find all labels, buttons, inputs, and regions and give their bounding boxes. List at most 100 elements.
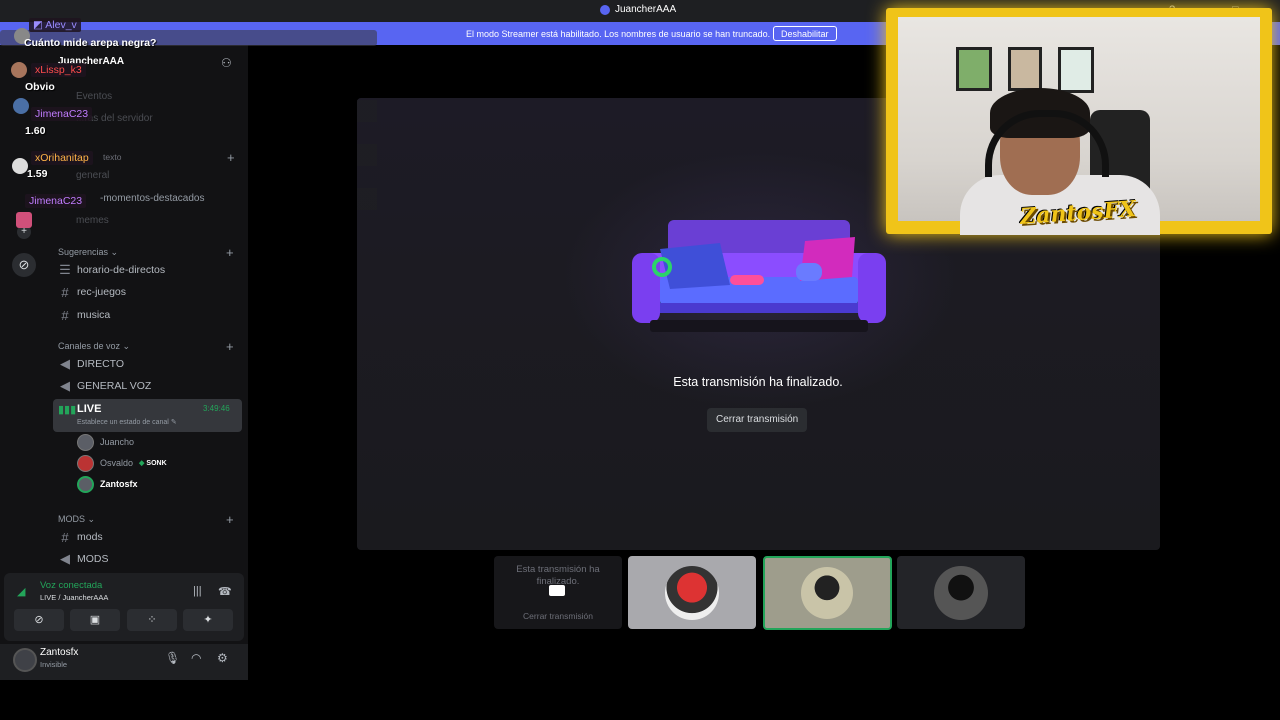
speaker-icon: ◀ — [60, 378, 70, 393]
explore-icon[interactable]: ⊘ — [12, 253, 36, 277]
voice-connected-channel[interactable]: LIVE / JuancherAAA — [40, 593, 108, 602]
microphone-icon[interactable]: 🎙︎ — [165, 651, 180, 665]
faint-channel: Eventos — [76, 91, 113, 102]
add-channel-icon[interactable]: + — [226, 245, 234, 260]
activities-icon: ⁘ — [147, 614, 157, 626]
speaker-icon: ◀ — [60, 551, 70, 566]
camera-button[interactable]: ⊘ — [14, 609, 64, 631]
add-channel-icon[interactable]: + — [226, 512, 234, 527]
channel-label: GENERAL VOZ — [77, 380, 152, 392]
pencil-icon: ✎ — [170, 419, 177, 426]
soundboard-icon: ✦ — [203, 614, 213, 626]
hash-icon: # — [61, 307, 69, 323]
voice-user[interactable]: Juancho — [77, 433, 135, 451]
voice-user-self[interactable]: Zantosfx — [77, 475, 138, 493]
chat-username: ◩ Alev_v — [29, 18, 81, 32]
signal-icon[interactable]: ◢ — [17, 585, 25, 598]
avatar — [665, 566, 719, 620]
add-channel-icon[interactable]: + — [226, 339, 234, 354]
disconnect-icon[interactable]: ☎ — [218, 585, 232, 598]
discord-logo-icon — [600, 4, 610, 15]
chat-username: JimenaC23 — [31, 107, 93, 121]
channel-horario-de-directos[interactable]: ☰ horario-de-directos — [56, 260, 243, 280]
voice-channel-mods[interactable]: ◀ MODS — [56, 549, 243, 569]
voice-user-name: Zantosfx — [100, 479, 138, 489]
soundboard-button[interactable]: ✦ — [183, 609, 233, 631]
user-name[interactable]: Zantosfx — [40, 647, 78, 658]
invite-icon[interactable]: ⚇ — [221, 56, 232, 70]
user-badge: ◆ SONK — [139, 459, 167, 468]
window-title: JuancherAAA — [600, 4, 676, 15]
avatar — [77, 454, 94, 472]
wall-picture — [1058, 47, 1094, 93]
chat-username: xLissp_k3 — [31, 63, 86, 77]
faint-channel: general — [76, 170, 110, 181]
set-channel-status[interactable]: Establece un estado de canal ✎ — [77, 418, 177, 426]
section-voice[interactable]: Canales de voz ⌄ + — [58, 339, 234, 354]
channel-label: rec-juegos — [77, 286, 127, 298]
disable-streamer-mode-button[interactable]: Deshabilitar — [773, 26, 837, 41]
channel-rec-juegos[interactable]: # rec-juegos — [56, 282, 243, 302]
settings-icon[interactable]: ⚙ — [217, 651, 228, 665]
avatar — [77, 475, 94, 493]
chat-username-text: Alev_v — [45, 19, 77, 31]
voice-connected-title[interactable]: Voz conectada — [40, 580, 102, 591]
chat-message: 1.60 — [25, 125, 46, 137]
chat-message: 1.59 — [27, 168, 48, 180]
screen-share-button[interactable]: ▣ — [70, 609, 120, 631]
faint-panel — [357, 100, 377, 230]
voice-user-name: Osvaldo — [100, 458, 134, 468]
activities-button[interactable]: ⁘ — [127, 609, 177, 631]
hash-icon: # — [61, 284, 69, 300]
channel-label: musica — [77, 309, 111, 321]
section-mods[interactable]: MODS ⌄ + — [58, 512, 234, 527]
couch-illustration — [632, 220, 886, 332]
window-title-text: JuancherAAA — [615, 4, 677, 15]
participant-tile-speaking[interactable] — [763, 556, 892, 630]
chat-message: Obvio — [25, 81, 55, 93]
stream-ended-text: Esta transmisión ha finalizado. — [673, 375, 843, 389]
avatar — [12, 158, 28, 174]
channel-label: horario-de-directos — [77, 264, 166, 276]
headphones-icon[interactable]: ◠ — [191, 651, 201, 665]
camera-off-icon: ⊘ — [34, 614, 44, 626]
channel-musica[interactable]: # musica — [56, 305, 243, 325]
chat-username: JimenaC23 — [25, 194, 87, 208]
chat-username: xOrihanitap — [31, 151, 93, 165]
add-channel-icon[interactable]: + — [227, 150, 235, 165]
wall-picture — [956, 47, 992, 91]
hash-icon: # — [61, 529, 69, 545]
avatar — [13, 98, 29, 114]
user-status: Invisible — [40, 660, 68, 669]
faint-channel: memes — [76, 215, 109, 226]
faint-channel: -momentos-destacados — [100, 193, 205, 204]
channel-label: MODS — [77, 553, 109, 565]
wall-picture — [1008, 47, 1042, 91]
close-stream-button[interactable]: Cerrar transmisión — [707, 408, 808, 432]
voice-channel-general-voz[interactable]: ◀ GENERAL VOZ — [56, 376, 243, 396]
user-panel — [0, 644, 248, 680]
section-sugerencias[interactable]: Sugerencias ⌄ + — [58, 245, 234, 260]
voice-user-name: Juancho — [100, 437, 135, 447]
section-label: Canales de voz — [58, 341, 121, 351]
screen-icon — [549, 585, 565, 596]
chat-message: Cuánto mide arepa negra? — [24, 37, 157, 49]
participant-tile[interactable] — [897, 556, 1025, 629]
tile-close-stream-button[interactable]: Cerrar transmisión — [494, 611, 622, 621]
live-duration: 3:49:46 — [203, 404, 230, 413]
channel-status-text: Establece un estado de canal — [77, 419, 169, 426]
streamer-mode-text: El modo Streamer está habilitado. Los no… — [466, 29, 771, 39]
badge-label: SONK — [146, 459, 167, 467]
avatar — [934, 566, 988, 620]
avatar[interactable] — [13, 648, 37, 672]
live-channel-label: LIVE — [77, 403, 102, 415]
channel-mods[interactable]: # mods — [56, 527, 243, 547]
voice-channel-directo[interactable]: ◀ DIRECTO — [56, 354, 243, 374]
avatar — [801, 567, 853, 619]
twitch-icon: ◩ — [33, 19, 43, 31]
faint-section: texto — [103, 152, 122, 162]
participant-tile[interactable] — [628, 556, 756, 629]
noise-suppression-icon[interactable]: ||| — [193, 585, 202, 597]
voice-user[interactable]: Osvaldo ◆ SONK — [77, 454, 167, 472]
screen-share-icon: ▣ — [89, 614, 101, 626]
